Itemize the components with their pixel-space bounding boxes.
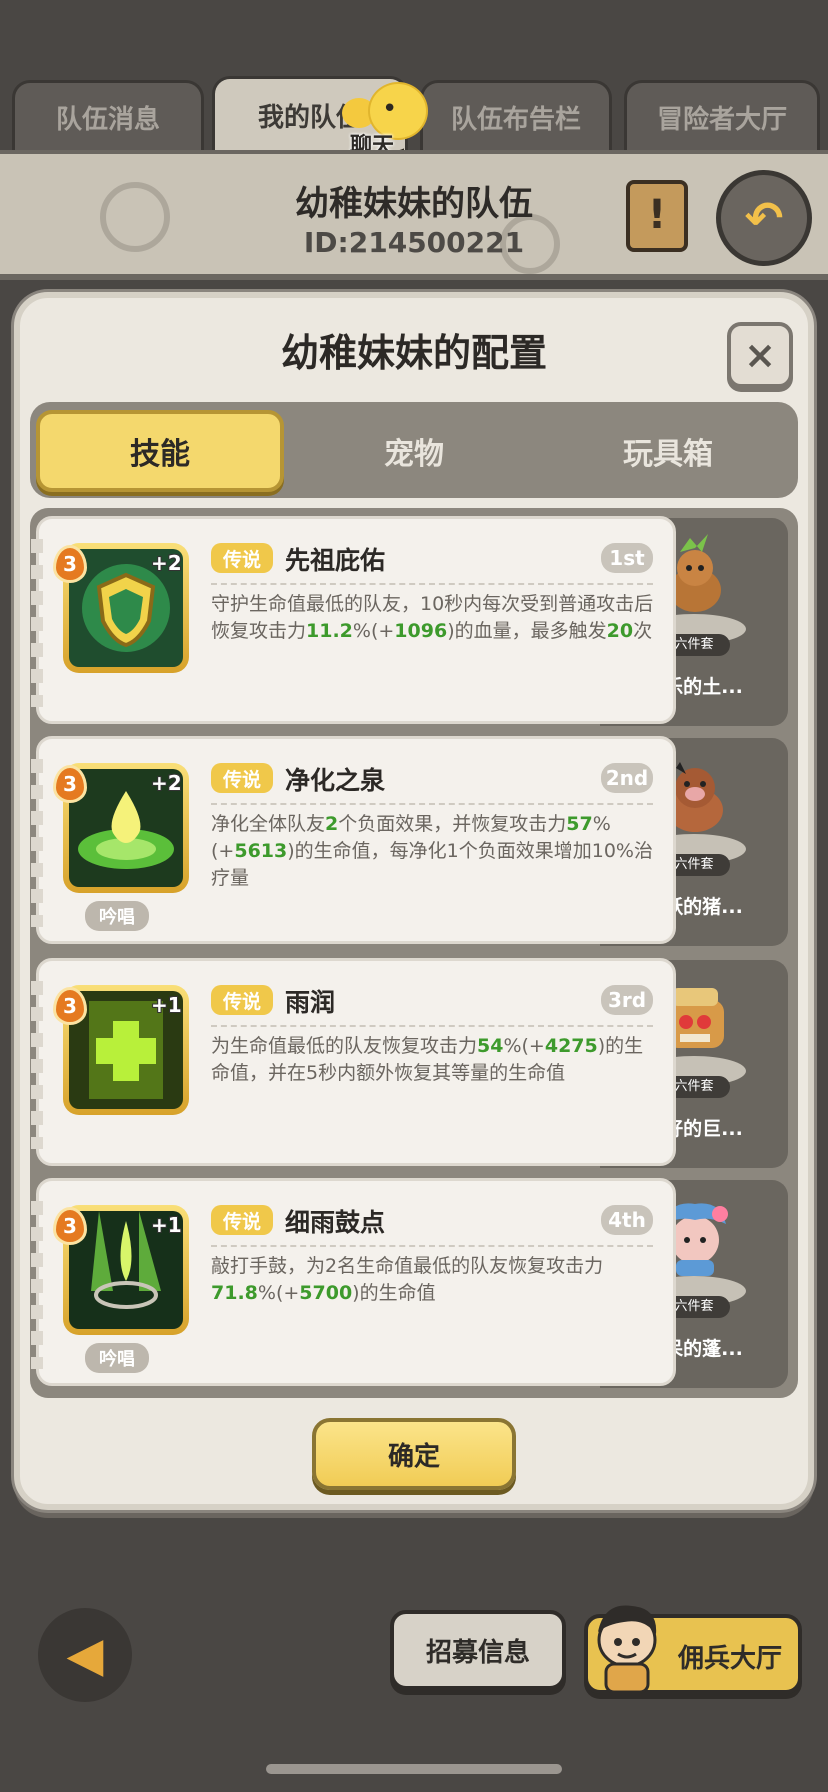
tab-team-board[interactable]: 队伍布告栏 xyxy=(420,80,612,152)
skill-rank-badge: 3rd xyxy=(601,985,653,1015)
skill-name: 净化之泉 xyxy=(285,766,386,795)
legendary-tag: 传说 xyxy=(211,1205,273,1235)
legendary-tag: 传说 xyxy=(211,763,273,793)
team-id: ID:214500221 xyxy=(303,226,525,259)
skill-plus-badge: +2 xyxy=(151,771,182,795)
skill-name: 先祖庇佑 xyxy=(285,546,386,575)
divider xyxy=(211,583,653,585)
skill-description: 守护生命值最低的队友，10秒内每次受到普通攻击后恢复攻击力11.2%(+1096… xyxy=(211,591,661,645)
divider xyxy=(211,1025,653,1027)
skill-text: 净化全体队友 xyxy=(211,813,326,835)
notice-scroll-icon[interactable] xyxy=(626,180,688,252)
skill-level-badge: 3 xyxy=(53,545,87,583)
divider xyxy=(211,1245,653,1247)
skill-level-badge: 3 xyxy=(53,1207,87,1245)
skill-text: 次 xyxy=(633,620,653,642)
skill-card[interactable]: 3 +1 吟唱 传说 细雨鼓点 4th 敲打手鼓，为2名生命值最低的队友恢复攻击力 71.8%… xyxy=(31,1178,676,1386)
card-edge xyxy=(31,539,43,707)
skill-text: %(+ xyxy=(257,1282,300,1304)
skill-plus-badge: +1 xyxy=(151,1213,182,1237)
skill-value: 11.2 xyxy=(306,620,353,642)
tab-team-messages[interactable]: 队伍消息 xyxy=(12,80,204,152)
skill-text: )的生命值 xyxy=(352,1282,436,1304)
tab-adventurer-hall[interactable]: 冒险者大厅 xyxy=(624,80,820,152)
skill-rank-badge: 2nd xyxy=(601,763,653,793)
return-arrow-icon[interactable]: ↶ xyxy=(716,170,812,266)
divider xyxy=(211,803,653,805)
skill-description: 净化全体队友2个负面效果，并恢复攻击力57%(+5613)的生命值，每净化1个负… xyxy=(211,811,661,892)
team-name: 幼稚妹妹的队伍 xyxy=(295,184,533,224)
skill-value: 1096 xyxy=(394,620,448,642)
skill-value: 20 xyxy=(606,620,634,642)
mercenary-hall-button[interactable]: 佣兵大厅 xyxy=(584,1605,802,1694)
card-edge xyxy=(31,759,43,927)
skill-rank-badge: 1st xyxy=(601,543,653,573)
skill-value: 2 xyxy=(325,813,339,835)
skill-text: 个负面效果，并恢复攻击力 xyxy=(338,813,567,835)
card-edge xyxy=(31,981,43,1149)
skill-value: 5613 xyxy=(234,840,288,862)
home-indicator[interactable] xyxy=(266,1764,562,1774)
skill-value: 4275 xyxy=(544,1035,598,1057)
skill-text: )的血量，最多触发 xyxy=(447,620,607,642)
chant-badge: 吟唱 xyxy=(85,1343,149,1373)
segment-toybox[interactable]: 玩具箱 xyxy=(544,410,792,492)
skill-plus-badge: +2 xyxy=(151,551,182,575)
skill-text: %(+ xyxy=(503,1035,545,1057)
segment-skills[interactable]: 技能 xyxy=(36,410,284,492)
skill-description: 敲打手鼓，为2名生命值最低的队友恢复攻击力 71.8%(+5700)的生命值 xyxy=(211,1253,661,1307)
card-edge xyxy=(31,1201,43,1369)
skill-name: 细雨鼓点 xyxy=(285,1208,386,1237)
skill-card[interactable]: 3 +2 传说 先祖庇佑 1st 守护生命值最低的队友，10秒内每次受到普通攻击后恢复攻击… xyxy=(31,516,676,724)
chant-badge: 吟唱 xyxy=(85,901,149,931)
mercenary-hall-label: 佣兵大厅 xyxy=(678,1644,783,1674)
skill-card[interactable]: 3 +1 传说 雨润 3rd 为生命值最低的队友恢复攻击力54%(+4275)的生命值，并… xyxy=(31,958,676,1166)
skill-text: %(+ xyxy=(352,620,395,642)
skill-text: 为生命值最低的队友恢复攻击力 xyxy=(211,1035,478,1057)
segment-pets[interactable]: 宠物 xyxy=(290,410,538,492)
back-arrow-icon[interactable]: ◀ xyxy=(38,1608,132,1702)
skill-text: 敲打手鼓，为2名生命值最低的队友恢复攻击力 xyxy=(211,1255,604,1277)
legendary-tag: 传说 xyxy=(211,985,273,1015)
skill-rank-badge: 4th xyxy=(601,1205,653,1235)
skill-value: 5700 xyxy=(299,1282,353,1304)
skill-value: 71.8 xyxy=(211,1282,258,1304)
dialog-title: 幼稚妹妹的配置 xyxy=(280,331,547,375)
skill-level-badge: 3 xyxy=(53,765,87,803)
legendary-tag: 传说 xyxy=(211,543,273,573)
skill-level-badge: 3 xyxy=(53,987,87,1025)
confirm-button[interactable]: 确定 xyxy=(312,1418,516,1490)
close-button[interactable]: × xyxy=(727,322,793,388)
skill-card[interactable]: 3 +2 吟唱 传说 净化之泉 2nd 净化全体队友2个负面效果，并恢复攻击力57%(+56… xyxy=(31,736,676,944)
skill-value: 54 xyxy=(477,1035,504,1057)
recruit-info-button[interactable]: 招募信息 xyxy=(390,1610,566,1690)
caveman-avatar-icon xyxy=(597,1605,657,1694)
skill-description: 为生命值最低的队友恢复攻击力54%(+4275)的生命值，并在5秒内额外恢复其等… xyxy=(211,1033,661,1087)
skill-plus-badge: +1 xyxy=(151,993,182,1017)
skill-name: 雨润 xyxy=(285,988,336,1017)
skill-value: 57 xyxy=(566,813,593,835)
